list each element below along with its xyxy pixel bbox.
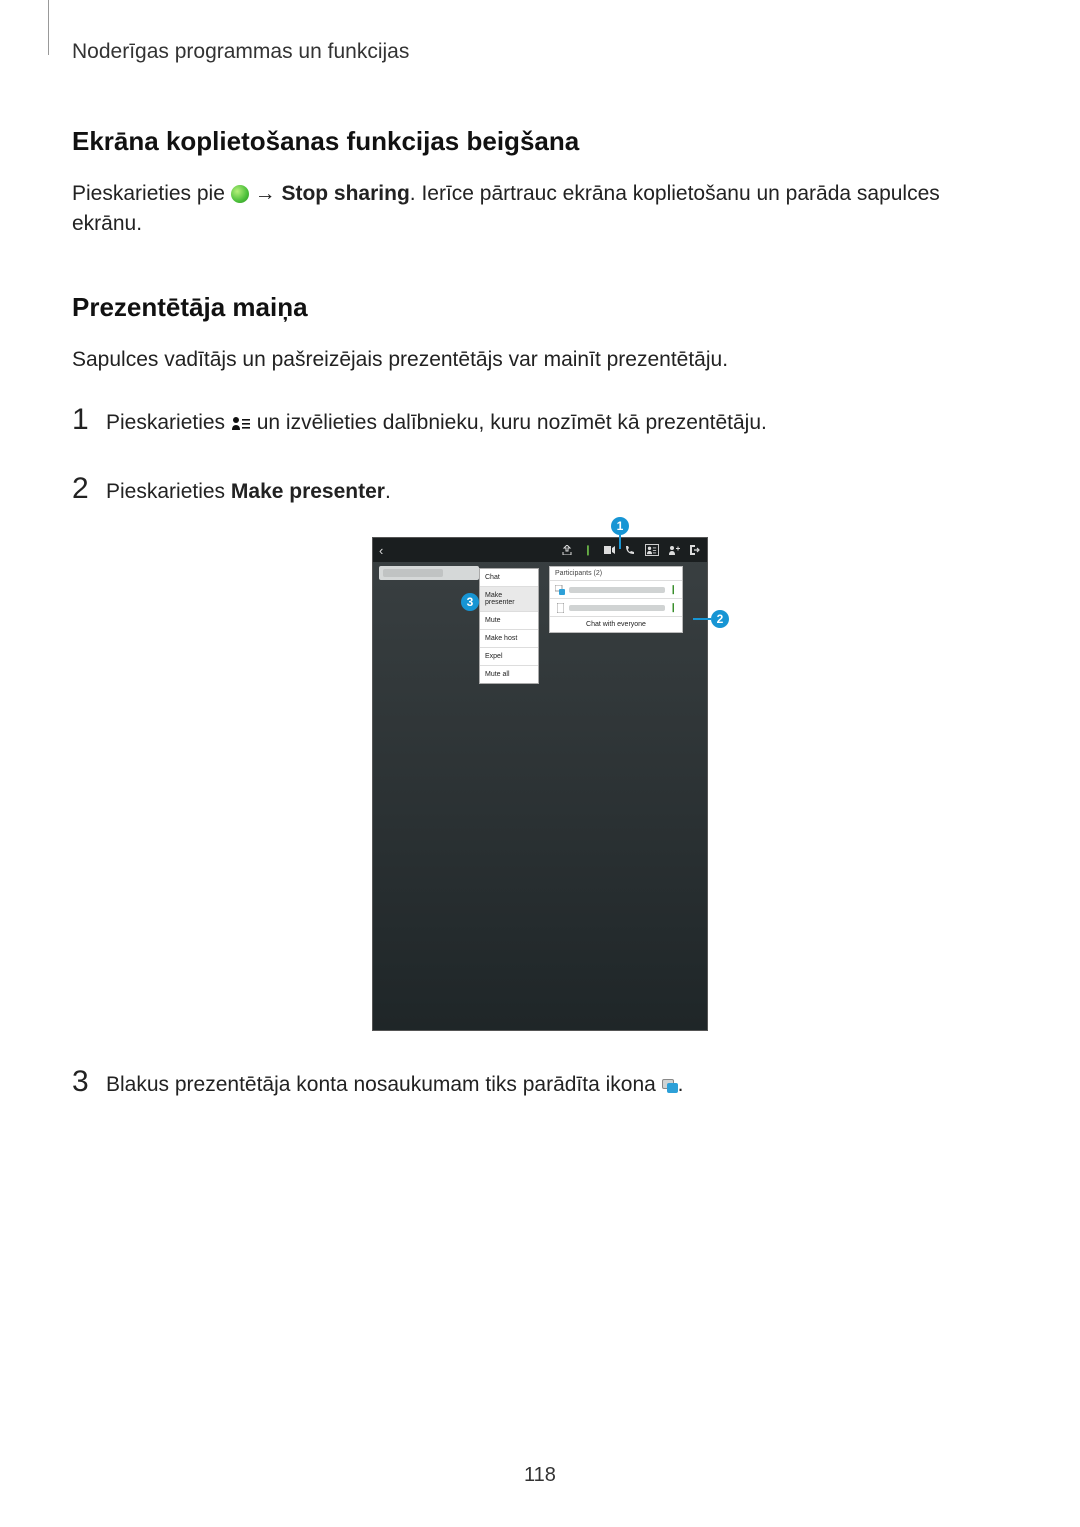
step-text: Blakus prezentētāja konta nosaukumam tik… bbox=[106, 1070, 684, 1100]
make-presenter-label: Make presenter bbox=[231, 480, 385, 503]
text: Pieskarieties bbox=[106, 411, 231, 434]
section-heading-stop-sharing: Ekrāna koplietošanas funkcijas beigšana bbox=[72, 126, 1008, 157]
text: . bbox=[678, 1073, 684, 1096]
step-number: 3 bbox=[72, 1065, 106, 1099]
mic-icon[interactable]: ❙ bbox=[582, 544, 594, 556]
section1-paragraph: Pieskarieties pie → Stop sharing. Ierīce… bbox=[72, 179, 1008, 240]
text: Blakus prezentētāja konta nosaukumam tik… bbox=[106, 1073, 662, 1096]
participant-name-blur bbox=[569, 605, 665, 611]
participants-button-icon[interactable] bbox=[645, 544, 659, 556]
share-icon[interactable] bbox=[561, 544, 573, 556]
breadcrumb-header: Noderīgas programmas un funkcijas bbox=[72, 40, 1008, 64]
app-topbar: ‹ ❙ bbox=[373, 538, 707, 562]
video-icon[interactable] bbox=[603, 544, 615, 556]
callout-line bbox=[619, 535, 621, 549]
step-text: Pieskarieties un izvēlieties dalībnieku,… bbox=[106, 408, 767, 441]
step-3: 3 Blakus prezentētāja konta nosaukumam t… bbox=[72, 1065, 1008, 1100]
callout-1: 1 bbox=[611, 517, 629, 535]
figure-screenshot: 1 2 3 ‹ ❙ bbox=[72, 537, 1008, 1031]
step-text: Pieskarieties Make presenter. bbox=[106, 477, 391, 507]
callout-2: 2 bbox=[711, 610, 729, 628]
text: . bbox=[385, 480, 391, 503]
share-status-icon bbox=[231, 185, 249, 203]
add-user-icon[interactable] bbox=[668, 544, 680, 556]
step-2: 2 Pieskarieties Make presenter. bbox=[72, 472, 1008, 507]
participants-icon bbox=[231, 411, 251, 441]
exit-icon[interactable] bbox=[689, 544, 701, 556]
user-name-pill[interactable] bbox=[379, 566, 479, 580]
section2-intro: Sapulces vadītājs un pašreizējais prezen… bbox=[72, 345, 1008, 375]
ctx-make-host[interactable]: Make host bbox=[480, 630, 538, 648]
context-menu: Chat Make presenter Mute Make host Expel… bbox=[479, 568, 539, 684]
callout-3: 3 bbox=[461, 593, 479, 611]
text: un izvēlieties dalībnieku, kuru nozīmēt … bbox=[257, 411, 767, 434]
section-heading-change-presenter: Prezentētāja maiņa bbox=[72, 292, 1008, 323]
participants-panel: Participants (2) ❙ ❙ Chat with everyone bbox=[549, 566, 683, 633]
callout-line bbox=[693, 618, 711, 620]
ctx-mute-all[interactable]: Mute all bbox=[480, 666, 538, 683]
ctx-make-presenter[interactable]: Make presenter bbox=[480, 587, 538, 612]
participants-header: Participants (2) bbox=[550, 567, 682, 581]
back-icon[interactable]: ‹ bbox=[379, 543, 383, 558]
device-icon bbox=[555, 603, 565, 613]
mic-indicator-icon: ❙ bbox=[669, 602, 677, 613]
presenter-badge-icon bbox=[662, 1079, 678, 1093]
ctx-chat[interactable]: Chat bbox=[480, 569, 538, 587]
device-screen: 1 2 3 ‹ ❙ bbox=[372, 537, 708, 1031]
participant-name-blur bbox=[569, 587, 665, 593]
participant-row[interactable]: ❙ bbox=[550, 599, 682, 617]
text: Pieskarieties bbox=[106, 480, 231, 503]
ctx-mute[interactable]: Mute bbox=[480, 612, 538, 630]
ctx-expel[interactable]: Expel bbox=[480, 648, 538, 666]
mic-indicator-icon: ❙ bbox=[669, 584, 677, 595]
page-number: 118 bbox=[0, 1464, 1080, 1487]
stop-sharing-label: Stop sharing bbox=[281, 182, 409, 205]
step-1: 1 Pieskarieties un izvēlieties dalībniek… bbox=[72, 403, 1008, 441]
call-icon[interactable] bbox=[624, 544, 636, 556]
presenter-device-icon bbox=[555, 585, 565, 595]
numbered-steps: 1 Pieskarieties un izvēlieties dalībniek… bbox=[72, 403, 1008, 507]
arrow-text: → bbox=[255, 182, 282, 205]
step-number: 1 bbox=[72, 403, 106, 437]
participant-row[interactable]: ❙ bbox=[550, 581, 682, 599]
chat-everyone-button[interactable]: Chat with everyone bbox=[550, 617, 682, 632]
text: Pieskarieties pie bbox=[72, 182, 231, 205]
step-number: 2 bbox=[72, 472, 106, 506]
